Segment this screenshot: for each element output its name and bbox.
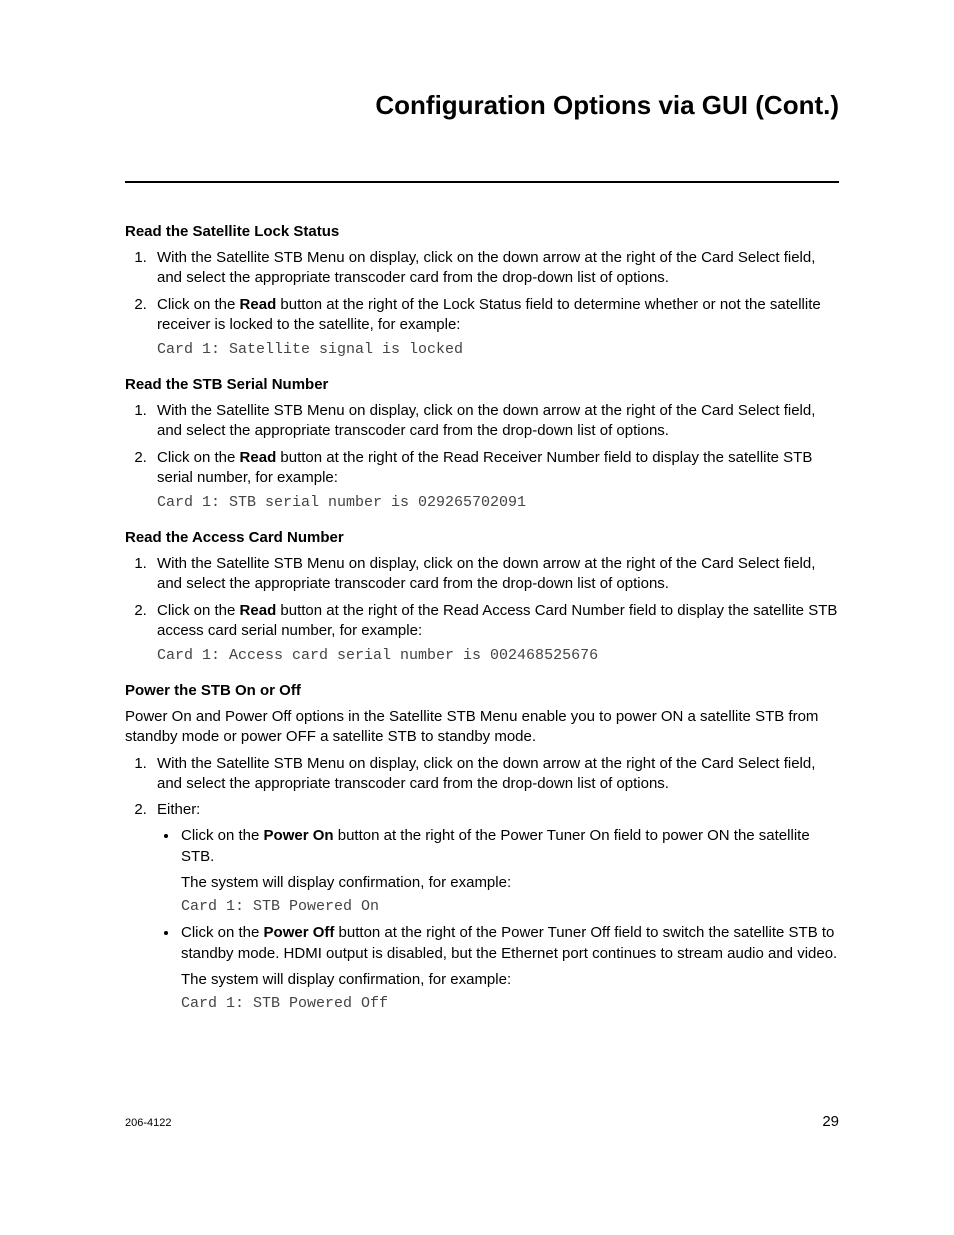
code-output: Card 1: STB serial number is 02926570209…	[157, 494, 839, 511]
bold-text: Read	[240, 296, 277, 313]
text: Click on the	[157, 449, 240, 466]
horizontal-rule	[125, 181, 839, 183]
bold-text: Power Off	[264, 924, 335, 941]
ordered-list: With the Satellite STB Menu on display, …	[125, 248, 839, 335]
list-item: With the Satellite STB Menu on display, …	[151, 248, 839, 289]
list-item: Click on the Read button at the right of…	[151, 601, 839, 642]
text: Either:	[157, 801, 200, 818]
page-footer: 206-4122 29	[125, 1113, 839, 1130]
text: Click on the	[157, 602, 240, 619]
bold-text: Power On	[264, 827, 334, 844]
page-number: 29	[822, 1113, 839, 1130]
list-item: Click on the Power On button at the righ…	[179, 826, 839, 917]
list-item: With the Satellite STB Menu on display, …	[151, 554, 839, 595]
text: Click on the	[181, 827, 264, 844]
list-item: Either: Click on the Power On button at …	[151, 800, 839, 1014]
list-item: With the Satellite STB Menu on display, …	[151, 401, 839, 442]
code-output: Card 1: Satellite signal is locked	[157, 341, 839, 358]
ordered-list: With the Satellite STB Menu on display, …	[125, 754, 839, 1015]
bold-text: Read	[240, 449, 277, 466]
bold-text: Read	[240, 602, 277, 619]
list-item: Click on the Power Off button at the rig…	[179, 923, 839, 1014]
bullet-list: Click on the Power On button at the righ…	[157, 826, 839, 1014]
section-heading-serial: Read the STB Serial Number	[125, 376, 839, 393]
section-heading-lock-status: Read the Satellite Lock Status	[125, 223, 839, 240]
code-output: Card 1: Access card serial number is 002…	[157, 647, 839, 664]
list-item: Click on the Read button at the right of…	[151, 295, 839, 336]
text: Click on the	[181, 924, 264, 941]
ordered-list: With the Satellite STB Menu on display, …	[125, 401, 839, 488]
paragraph: Power On and Power Off options in the Sa…	[125, 707, 839, 748]
section-heading-power: Power the STB On or Off	[125, 682, 839, 699]
code-output: Card 1: STB Powered Off	[181, 994, 839, 1014]
section-heading-access-card: Read the Access Card Number	[125, 529, 839, 546]
document-number: 206-4122	[125, 1117, 172, 1129]
text: Click on the	[157, 296, 240, 313]
code-output: Card 1: STB Powered On	[181, 897, 839, 917]
list-item: Click on the Read button at the right of…	[151, 448, 839, 489]
list-item: With the Satellite STB Menu on display, …	[151, 754, 839, 795]
page-title: Configuration Options via GUI (Cont.)	[125, 90, 839, 121]
document-page: Configuration Options via GUI (Cont.) Re…	[0, 0, 954, 1235]
text: The system will display confirmation, fo…	[181, 970, 839, 990]
text: The system will display confirmation, fo…	[181, 873, 839, 893]
ordered-list: With the Satellite STB Menu on display, …	[125, 554, 839, 641]
